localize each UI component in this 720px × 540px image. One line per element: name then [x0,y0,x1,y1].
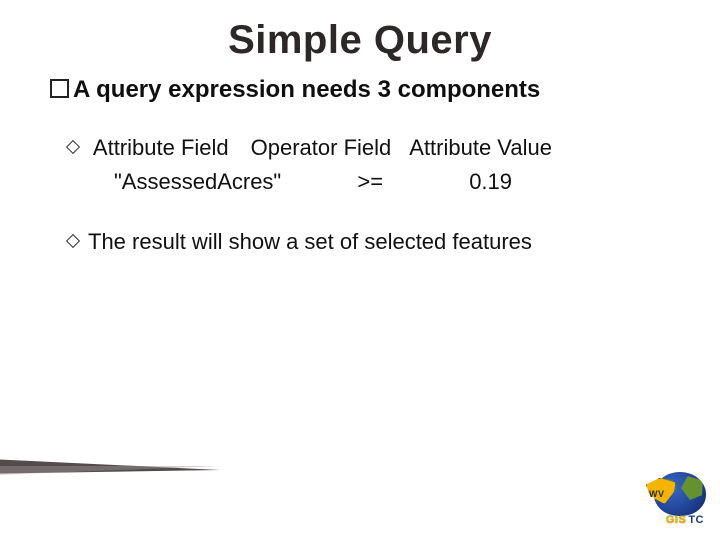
bullet-square-icon [50,79,69,98]
component-example-row: "AssessedAcres" >= 0.19 [114,166,676,198]
lead-line: A query expression needs 3 components [50,76,676,104]
slide-body: A query expression needs 3 components At… [0,62,720,258]
component-labels-row: Attribute Field Operator Field Attribute V… [88,135,552,160]
logo-state-abbrev: WV [649,489,665,499]
slide: Simple Query A query expression needs 3 … [0,0,720,540]
example-operator-field: >= [357,166,383,198]
label-attribute-field: Attribute Field [93,135,229,160]
lead-text: query expression needs 3 components [96,76,540,103]
slide-title: Simple Query [0,0,720,62]
bullet-diamond-icon [66,234,80,248]
logo: WV GISTC [644,464,706,526]
lead-prefix: A [73,76,89,103]
result-line: The result will show a set of selected f… [68,226,676,258]
logo-org: GISTC [666,514,704,526]
example-attribute-field: "AssessedAcres" [114,166,281,198]
logo-org-gis: GIS [666,514,686,526]
label-attribute-value: Attribute Value [409,135,552,160]
bullet-diamond-icon [66,140,80,154]
example-attribute-value: 0.19 [469,166,512,198]
wedge-light-icon [0,466,220,476]
decorative-wedge [0,452,240,482]
components-block: Attribute Field Operator Field Attribute V… [68,132,676,198]
label-operator-field: Operator Field [251,135,392,160]
result-text: The result will show a set of selected f… [88,229,532,254]
logo-org-tc: TC [688,514,704,526]
